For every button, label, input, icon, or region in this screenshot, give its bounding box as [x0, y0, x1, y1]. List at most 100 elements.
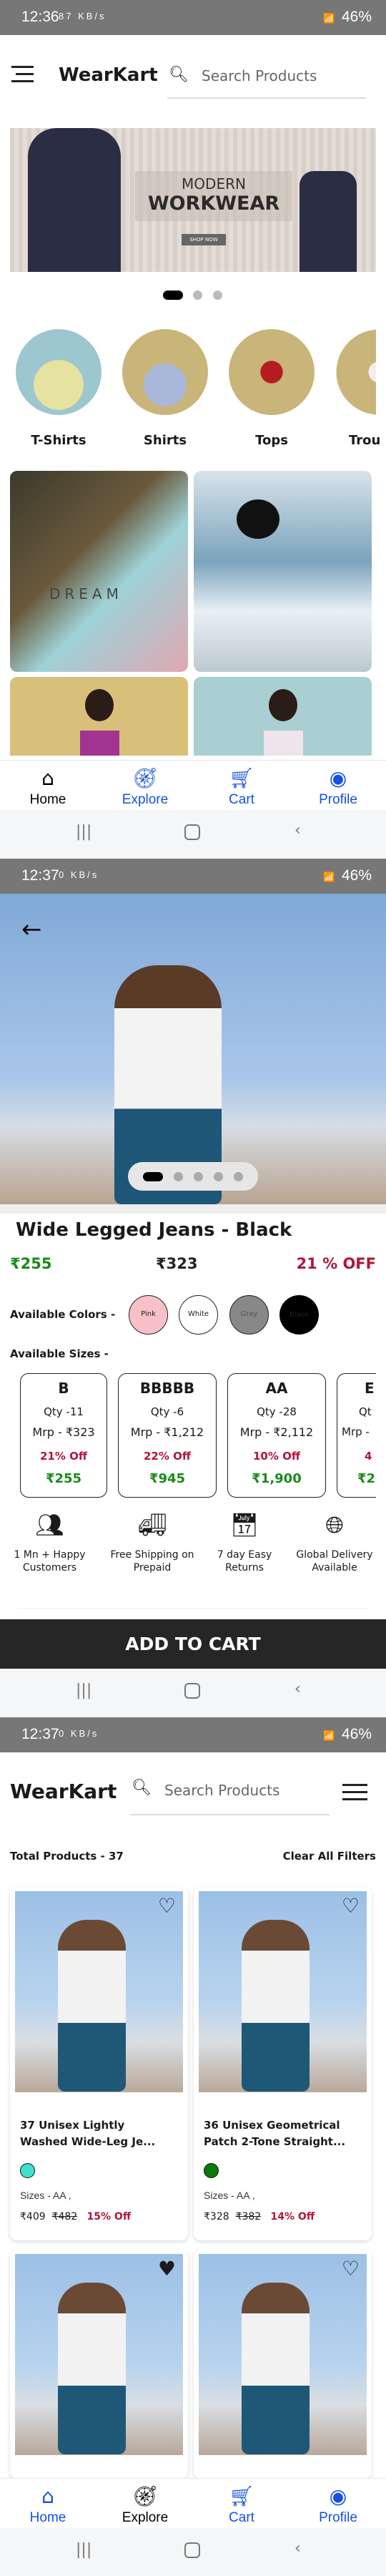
discount-label: 21 % OFF — [296, 1255, 376, 1272]
brand-logo: WearKart — [10, 1780, 117, 1803]
product-card[interactable]: ♡ 37 Unisex Lightly Washed Wide-Leg Je...… — [10, 1887, 188, 2240]
users-icon: 👥︎ — [35, 1511, 64, 1538]
heart-outline-icon[interactable]: ♡ — [342, 2257, 360, 2280]
battery-level: 46% — [341, 867, 372, 884]
bottom-nav: ⌂ Home 🧭︎ Explore 🛒︎ Cart ◉ Profile — [0, 2478, 386, 2528]
heart-filled-icon[interactable]: ♥ — [158, 2257, 176, 2280]
category-label: Trou — [349, 433, 381, 448]
globe-icon: 🌐︎ — [325, 1511, 344, 1538]
search-input[interactable]: 🔍︎ Search Products — [130, 1775, 330, 1815]
category-tshirts[interactable] — [16, 329, 102, 415]
nav-explore[interactable]: 🧭︎ Explore — [106, 766, 184, 808]
android-nav-bar: ||| ‹ — [0, 810, 386, 859]
heart-outline-icon[interactable]: ♡ — [158, 1894, 176, 1918]
product-image: ♥ — [15, 2254, 183, 2455]
color-dot — [204, 2163, 219, 2178]
profile-icon: ◉ — [329, 2484, 347, 2508]
heart-outline-icon[interactable]: ♡ — [342, 1894, 360, 1918]
category-label: Shirts — [143, 433, 187, 448]
product-image[interactable]: ← — [0, 894, 386, 1204]
back-button[interactable]: ‹ — [295, 1680, 301, 1698]
recents-button[interactable]: ||| — [76, 2541, 91, 2559]
cart-icon: 🛒︎ — [229, 766, 254, 790]
home-button[interactable] — [184, 1683, 200, 1699]
nav-cart[interactable]: 🛒︎ Cart — [202, 2484, 281, 2526]
product-name: 36 Unisex Geometrical Patch 2-Tone Straig… — [204, 2119, 346, 2148]
banner-model-left — [28, 128, 121, 272]
compass-icon: 🧭︎ — [132, 2484, 158, 2508]
home-button[interactable] — [184, 2542, 200, 2558]
back-button[interactable]: ‹ — [295, 2540, 301, 2557]
product-card[interactable]: ♡ 36 Unisex Geometrical Patch 2-Tone Stra… — [194, 1887, 372, 2240]
product-card[interactable]: ♡ — [194, 2250, 372, 2479]
nav-home[interactable]: ⌂ Home — [9, 2484, 87, 2526]
featured-photo[interactable] — [194, 677, 372, 756]
size-card[interactable]: BBBBB Qty -6 Mrp - ₹1,212 22% Off ₹945 — [118, 1373, 217, 1498]
product-prices: ₹409 ₹482 15% Off — [20, 2211, 132, 2223]
product-image: ♡ — [15, 1891, 183, 2092]
profile-icon: ◉ — [329, 766, 347, 790]
search-icon: 🔍︎ — [132, 1779, 152, 1797]
carousel-dot[interactable] — [193, 291, 202, 300]
back-button[interactable]: ‹ — [295, 821, 301, 839]
status-bar: 12:36 87 KB/s 📶 46% — [0, 0, 386, 35]
color-swatch-black[interactable]: Black — [279, 1295, 319, 1335]
carousel-dot-active[interactable] — [163, 291, 183, 300]
color-swatch-white[interactable]: White — [179, 1295, 218, 1335]
add-to-cart-button[interactable]: ADD TO CART — [0, 1619, 386, 1669]
status-speed: 0 KB/s — [59, 1728, 99, 1739]
color-swatch-pink[interactable]: Pink — [129, 1295, 168, 1335]
product-prices: ₹328 ₹382 14% Off — [204, 2211, 315, 2223]
feature-global: 🌐︎ Global Delivery Available — [284, 1511, 385, 1574]
product-sizes: Sizes - AA , — [204, 2190, 255, 2201]
featured-photo[interactable]: DREAM — [10, 471, 188, 672]
filter-icon[interactable] — [342, 1784, 367, 1800]
search-input[interactable]: 🔍︎ Search Products — [167, 60, 366, 99]
product-image: ♡ — [199, 1891, 367, 2092]
size-card-partial[interactable]: E Qt Mrp - 4 ₹2 — [337, 1373, 376, 1498]
carousel-dot[interactable] — [213, 291, 222, 300]
menu-icon[interactable] — [11, 66, 34, 82]
category-trousers[interactable] — [336, 329, 376, 415]
android-nav-bar: ||| ‹ — [0, 2528, 386, 2576]
recents-button[interactable]: ||| — [76, 1682, 91, 1699]
banner-model-right — [300, 171, 357, 272]
compass-icon: 🧭︎ — [132, 766, 158, 790]
color-dot — [20, 2163, 35, 2178]
featured-photo[interactable] — [10, 677, 188, 756]
back-arrow-icon[interactable]: ← — [21, 915, 42, 944]
clear-filters-button[interactable]: Clear All Filters — [283, 1850, 376, 1863]
size-card[interactable]: B Qty -11 Mrp - ₹323 21% Off ₹255 — [20, 1373, 107, 1498]
product-card[interactable]: ♥ — [10, 2250, 188, 2479]
recents-button[interactable]: ||| — [76, 823, 91, 841]
home-button[interactable] — [184, 824, 200, 840]
status-time: 12:37 — [21, 1726, 59, 1742]
category-tops[interactable] — [229, 329, 315, 415]
sale-price: ₹255 — [10, 1255, 52, 1272]
product-sizes: Sizes - AA , — [20, 2190, 71, 2201]
nav-profile[interactable]: ◉ Profile — [299, 2484, 377, 2526]
size-card[interactable]: AA Qty -28 Mrp - ₹2,112 10% Off ₹1,900 — [227, 1373, 326, 1498]
nav-explore[interactable]: 🧭︎ Explore — [106, 2484, 184, 2526]
category-shirts[interactable] — [122, 329, 208, 415]
image-pager[interactable] — [128, 1162, 258, 1191]
shop-now-button[interactable]: SHOP NOW — [182, 234, 226, 245]
colors-label: Available Colors - — [10, 1308, 116, 1321]
nav-cart[interactable]: 🛒︎ Cart — [202, 766, 281, 808]
battery-level: 46% — [341, 1726, 372, 1742]
status-time: 12:36 — [21, 9, 59, 25]
promo-banner[interactable]: MODERN WORKWEAR SHOP NOW — [10, 128, 376, 272]
status-speed: 0 KB/s — [59, 869, 99, 880]
color-swatch-gray[interactable]: Gray — [229, 1295, 269, 1335]
status-bar: 12:37 0 KB/s 📶 46% — [0, 1717, 386, 1752]
feature-returns: 📅︎ 7 day Easy Returns — [205, 1513, 284, 1574]
status-bar: 12:37 0 KB/s 📶 46% — [0, 859, 386, 894]
nav-home[interactable]: ⌂ Home — [9, 766, 87, 808]
feature-shipping: 🚚︎ Free Shipping on Prepaid — [99, 1513, 206, 1574]
featured-photo[interactable] — [194, 471, 372, 672]
product-title: Wide Legged Jeans - Black — [16, 1219, 292, 1241]
camera-shape — [237, 499, 279, 539]
status-time: 12:37 — [21, 867, 59, 884]
status-speed: 87 KB/s — [59, 11, 107, 21]
nav-profile[interactable]: ◉ Profile — [299, 766, 377, 808]
